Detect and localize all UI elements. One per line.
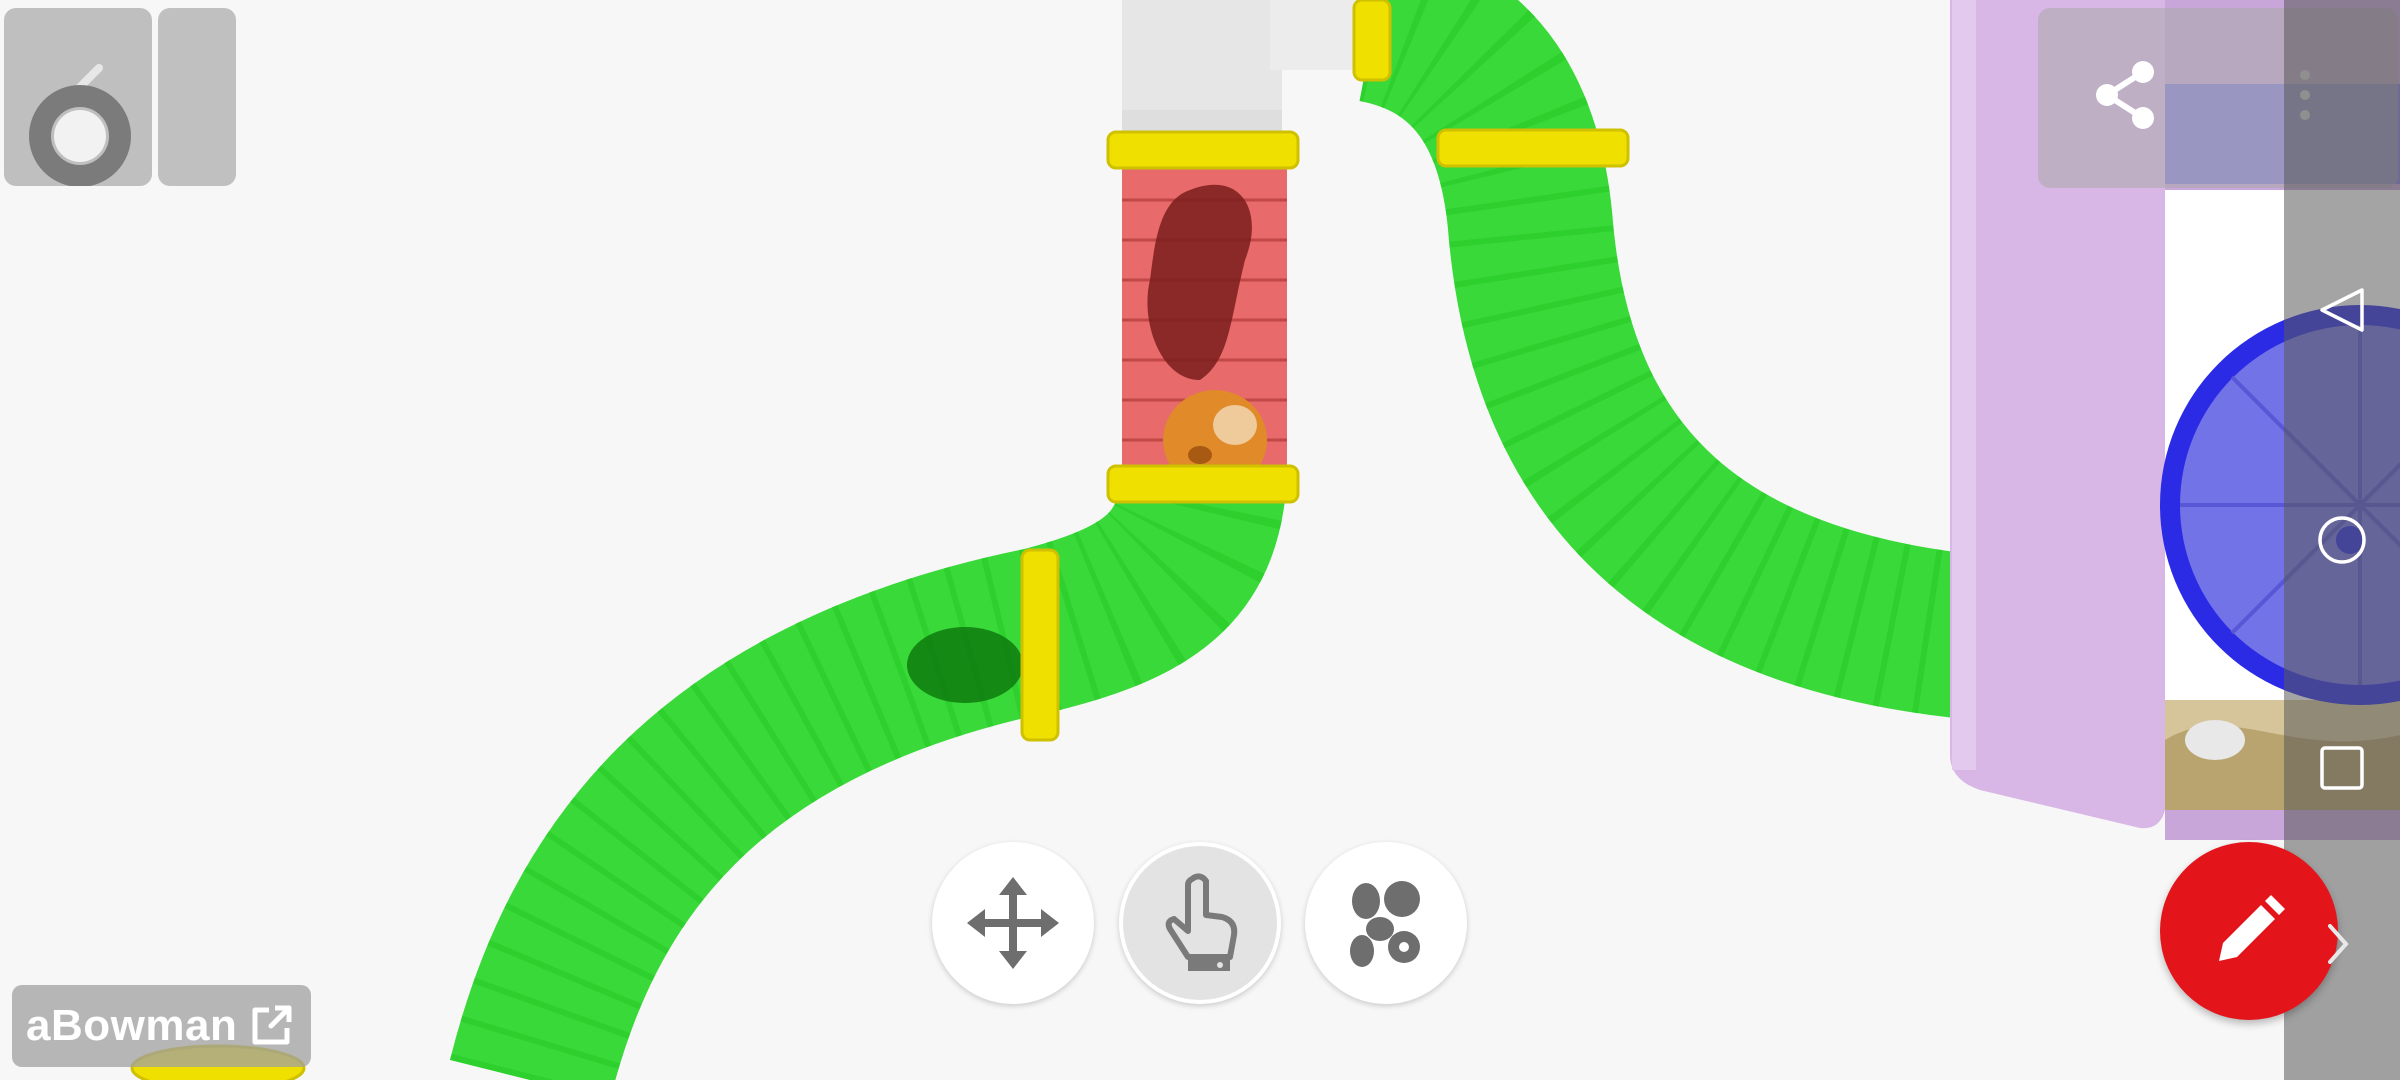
edit-button[interactable] (2160, 842, 2338, 1020)
author-link[interactable]: aBowman (12, 985, 312, 1067)
side-tile[interactable] (158, 8, 236, 186)
chevron-right-icon[interactable] (2318, 916, 2358, 972)
square-recents-icon[interactable] (2310, 736, 2374, 800)
circle-home-icon[interactable] (2310, 508, 2374, 572)
app-logo-tile[interactable] (4, 8, 152, 186)
food-tool-button[interactable] (1305, 842, 1467, 1004)
pencil-icon (2219, 895, 2285, 961)
share-icon (2096, 61, 2154, 129)
move-arrows-icon (967, 877, 1059, 969)
food-pellets-icon (1350, 881, 1420, 967)
move-tool-button[interactable] (932, 842, 1094, 1004)
pointing-hand-icon (1165, 873, 1238, 971)
triangle-back-icon[interactable] (2310, 278, 2374, 342)
touch-tool-button[interactable] (1119, 842, 1281, 1004)
author-name: aBowman (26, 1001, 238, 1050)
external-link-icon (252, 1005, 292, 1045)
share-button[interactable] (2090, 50, 2160, 140)
six-logo-icon (29, 64, 131, 186)
